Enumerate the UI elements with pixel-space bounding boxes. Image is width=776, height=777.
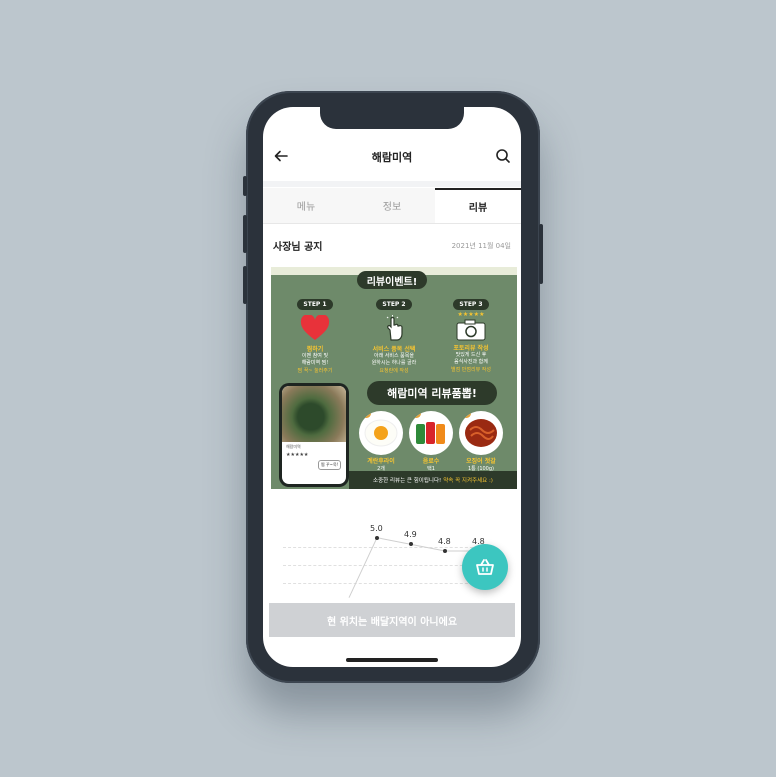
notice-title: 사장님 공지 <box>273 242 323 253</box>
prize-name: 음료수 <box>422 458 440 465</box>
mini-speech-bubble: 찜 꾸~욱! <box>318 460 342 470</box>
notice-date: 2021년 11월 04일 <box>451 241 511 250</box>
basket-icon <box>476 559 494 575</box>
mini-phone-illustration: 해람미역 ★★★★★ 찜 꾸~욱! <box>279 383 349 487</box>
header-divider <box>263 181 521 187</box>
banner-footer: 소중한 리뷰는 큰 힘이됩니다! 약속 꼭 지켜주세요 :) <box>349 471 517 489</box>
step-desc: 해람미역 찜! <box>301 360 329 366</box>
chart-point-label: 4.8 <box>438 537 451 546</box>
mini-stars: ★★★★★ <box>286 452 309 458</box>
step-label: STEP 1 <box>297 299 333 310</box>
tab-menu[interactable]: 메뉴 <box>263 188 349 223</box>
step-highlight: 별점 만점리뷰 작성 <box>451 367 491 373</box>
event-title: 해람미역 리뷰품뽑! <box>367 381 497 405</box>
side-button-volume-up <box>243 215 247 253</box>
tab-info[interactable]: 정보 <box>349 188 435 223</box>
tab-bar: 메뉴 정보 리뷰 <box>263 188 521 224</box>
step-name: 포토리뷰 작성 <box>453 345 489 352</box>
fried-egg-image: 1번 <box>359 411 403 455</box>
step-1: STEP 1 찜하기 이벤 참여 및 해람미역 찜! 찜 꾹~ 눌러주기 <box>285 291 345 374</box>
drinks-image: 2번 <box>409 411 453 455</box>
banner-title: 리뷰이벤트! <box>357 271 427 289</box>
prize-rank: 2번 <box>409 411 421 418</box>
step-2: STEP 2 서비스 품목 선택 아래 서비스 품목을 원하시는 하나를 골라 … <box>364 291 424 374</box>
step-desc: 음식사진과 함께 <box>454 359 488 365</box>
phone-screen: 해람미역 메뉴 정보 리뷰 사장님 공지 2021년 11월 04일 리뷰이벤트… <box>263 107 521 667</box>
search-icon[interactable] <box>495 148 511 164</box>
side-button-volume-down <box>243 266 247 304</box>
delivery-area-button[interactable]: 현 위치는 배달지역이 아니에요 <box>269 603 515 637</box>
step-desc: 아래 서비스 품목을 <box>374 353 414 359</box>
prize-rank: 1번 <box>359 411 371 418</box>
prize-name: 계란후라이 <box>367 458 395 465</box>
step-desc: 원하시는 하나를 골라 <box>371 360 417 366</box>
chart-point <box>375 535 379 540</box>
step-label: STEP 2 <box>376 299 412 310</box>
mini-store-name: 해람미역 <box>286 444 301 449</box>
prize-1: 1번 계란후라이 2개 <box>357 411 405 472</box>
footer-text: 소중한 리뷰는 큰 힘이됩니다! <box>373 478 442 484</box>
step-desc: 이벤 참여 및 <box>301 353 329 359</box>
review-event-banner[interactable]: 리뷰이벤트! STEP 1 찜하기 이벤 참여 및 해람미역 찜! 찜 꾹~ 눌… <box>271 267 517 489</box>
cart-button[interactable] <box>462 544 508 590</box>
side-button-silent <box>243 176 247 196</box>
camera-icon <box>456 319 486 341</box>
star-rating: ★★★★★ <box>457 311 485 318</box>
seaweed-photo <box>282 386 346 442</box>
mini-phone-screen: 해람미역 ★★★★★ 찜 꾸~욱! <box>282 386 346 484</box>
notch <box>320 107 464 129</box>
chart-point-label: 5.0 <box>370 523 383 533</box>
app-header: 해람미역 <box>263 137 521 177</box>
prize-3: 3번 오징어 젓갈 1통 (100g) <box>457 411 505 472</box>
step-name: 서비스 품목 선택 <box>372 346 416 353</box>
prize-name: 오징어 젓갈 <box>466 458 496 465</box>
step-label: STEP 3 <box>453 299 489 310</box>
heart-icon <box>300 314 330 342</box>
footer-highlight: 약속 꼭 지켜주세요 :) <box>443 478 493 484</box>
home-indicator <box>346 658 438 662</box>
arrow-left-icon[interactable] <box>273 148 289 164</box>
page-title: 해람미역 <box>371 151 413 164</box>
chart-point-label: 4.9 <box>404 530 417 540</box>
step-name: 찜하기 <box>306 346 324 353</box>
pointer-hand-icon <box>379 314 409 342</box>
step-highlight: 요청란에 작성 <box>379 368 409 374</box>
squid-jeotgal-image: 3번 <box>459 411 503 455</box>
step-highlight: 찜 꾹~ 눌러주기 <box>297 368 333 374</box>
owner-notice-header: 사장님 공지 2021년 11월 04일 <box>273 238 511 254</box>
step-desc: 맛있게 드신 후 <box>455 352 487 358</box>
prize-2: 2번 음료수 택1 <box>407 411 455 472</box>
tab-review[interactable]: 리뷰 <box>435 188 521 223</box>
chart-series-line <box>348 537 479 598</box>
prize-rank: 3번 <box>459 411 471 418</box>
side-button-power <box>539 224 543 284</box>
step-3: STEP 3 ★★★★★ 포토리뷰 작성 맛있게 드신 후 음식사진과 함께 별… <box>441 291 501 373</box>
chart-point <box>443 549 447 553</box>
